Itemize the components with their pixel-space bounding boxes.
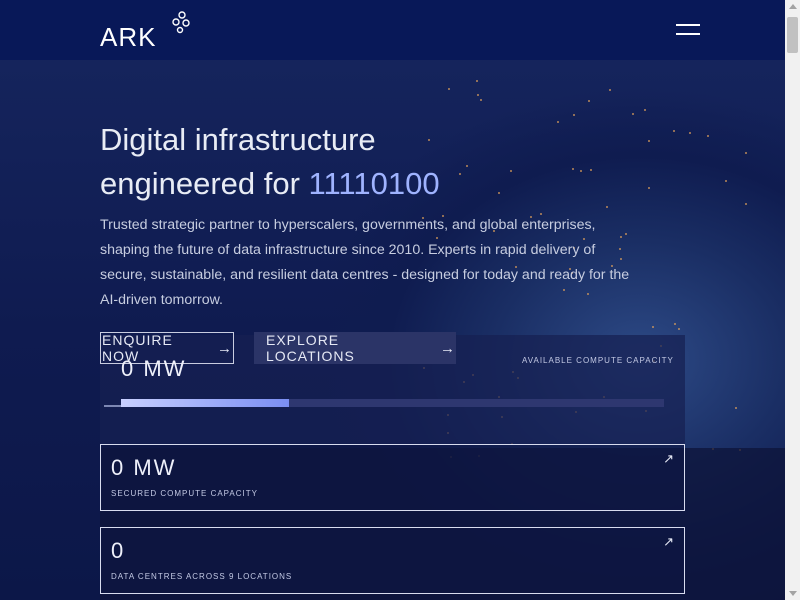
- stat-label: DATA CENTRES ACROSS 9 LOCATIONS: [111, 572, 293, 581]
- city-light: [674, 323, 677, 326]
- city-light: [678, 328, 681, 331]
- ark-logo[interactable]: ARK: [100, 22, 156, 53]
- logo-bubbles-icon: [172, 11, 190, 34]
- scrollbar-thumb[interactable]: [787, 17, 798, 53]
- hamburger-icon[interactable]: [676, 24, 700, 38]
- city-light: [651, 325, 654, 328]
- stat-value: 0: [111, 538, 126, 563]
- city-light: [447, 87, 450, 90]
- site-header: ARK: [0, 0, 785, 60]
- page-title: Digital infrastructure engineered for 11…: [100, 118, 660, 206]
- city-light: [744, 151, 747, 154]
- hero-description: Trusted strategic partner to hyperscaler…: [100, 217, 630, 308]
- city-light: [587, 99, 590, 102]
- city-light: [632, 112, 635, 115]
- arrow-right-icon: →: [440, 339, 456, 357]
- city-light: [643, 109, 646, 112]
- external-arrow-icon: ↗: [663, 451, 674, 466]
- title-line-1: Digital infrastructure: [100, 122, 376, 157]
- city-light: [475, 80, 478, 83]
- scrollbar[interactable]: [785, 0, 800, 600]
- scroll-down-icon[interactable]: [789, 591, 797, 596]
- scroll-up-icon[interactable]: [789, 4, 797, 9]
- city-light: [688, 131, 691, 134]
- available-capacity-label: AVAILABLE COMPUTE CAPACITY: [522, 356, 674, 365]
- city-light: [608, 89, 611, 92]
- city-light: [744, 203, 747, 206]
- stat-value: 0 MW: [111, 455, 177, 480]
- external-arrow-icon: ↗: [663, 534, 674, 549]
- city-light: [735, 406, 738, 409]
- city-light: [724, 180, 727, 183]
- city-light: [573, 114, 576, 117]
- stat-label: SECURED COMPUTE CAPACITY: [111, 489, 258, 498]
- data-centres-card[interactable]: 0 DATA CENTRES ACROSS 9 LOCATIONS ↗: [100, 527, 685, 594]
- city-light: [479, 99, 482, 102]
- city-light: [706, 135, 709, 138]
- explore-locations-button[interactable]: EXPLORE LOCATIONS →: [254, 332, 456, 364]
- capacity-progress-bar: [121, 399, 664, 407]
- capacity-progress-fill: [121, 399, 290, 407]
- title-line-2: engineered for: [100, 166, 309, 201]
- available-capacity-value: 0 MW: [121, 356, 187, 381]
- city-light: [672, 130, 675, 133]
- arrow-right-icon: →: [217, 339, 233, 357]
- secured-capacity-card[interactable]: 0 MW SECURED COMPUTE CAPACITY ↗: [100, 444, 685, 511]
- title-accent: 11110100: [308, 166, 440, 201]
- explore-locations-label: EXPLORE LOCATIONS: [266, 332, 355, 364]
- city-light: [477, 94, 480, 97]
